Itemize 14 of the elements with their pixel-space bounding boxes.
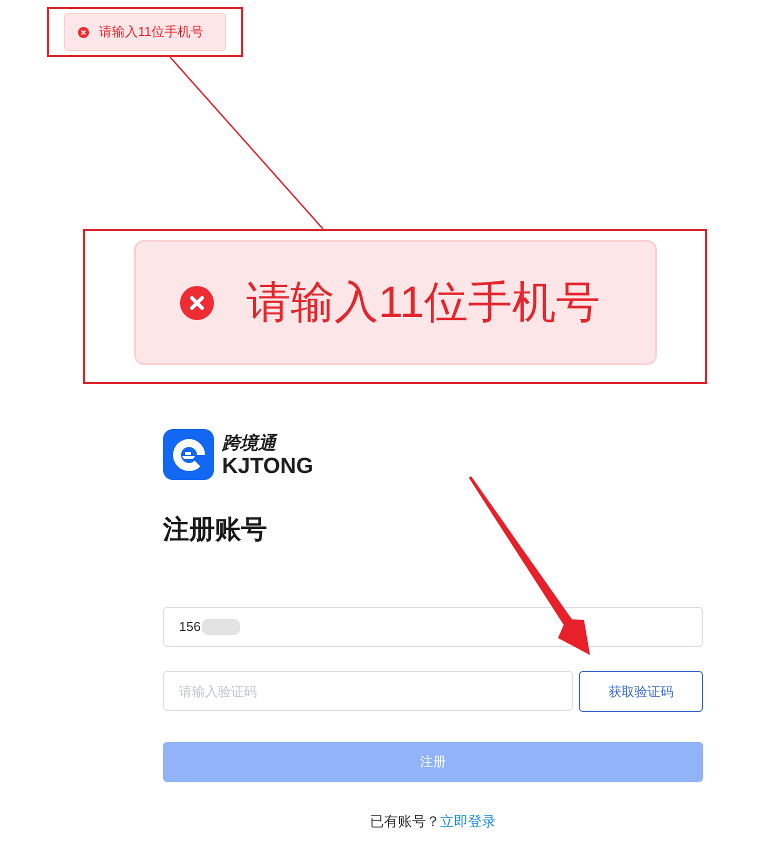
page-title: 注册账号	[163, 514, 267, 545]
phone-field[interactable]: 156	[163, 607, 703, 647]
login-link[interactable]: 立即登录	[440, 811, 496, 831]
logo-icon	[163, 429, 214, 480]
brand-name: 跨境通	[222, 434, 276, 453]
toast-message: 请输入11位手机号	[246, 278, 600, 328]
toast-message: 请输入11位手机号	[99, 24, 204, 40]
field-value: 156	[179, 618, 201, 636]
get-code-button[interactable]: 获取验证码	[579, 671, 703, 712]
login-prompt: 已有账号？	[370, 812, 440, 831]
error-icon	[78, 26, 89, 38]
brand-name-latin: KJTONG	[222, 456, 314, 475]
error-icon	[180, 286, 214, 320]
code-input[interactable]: 请输入验证码	[163, 671, 573, 711]
